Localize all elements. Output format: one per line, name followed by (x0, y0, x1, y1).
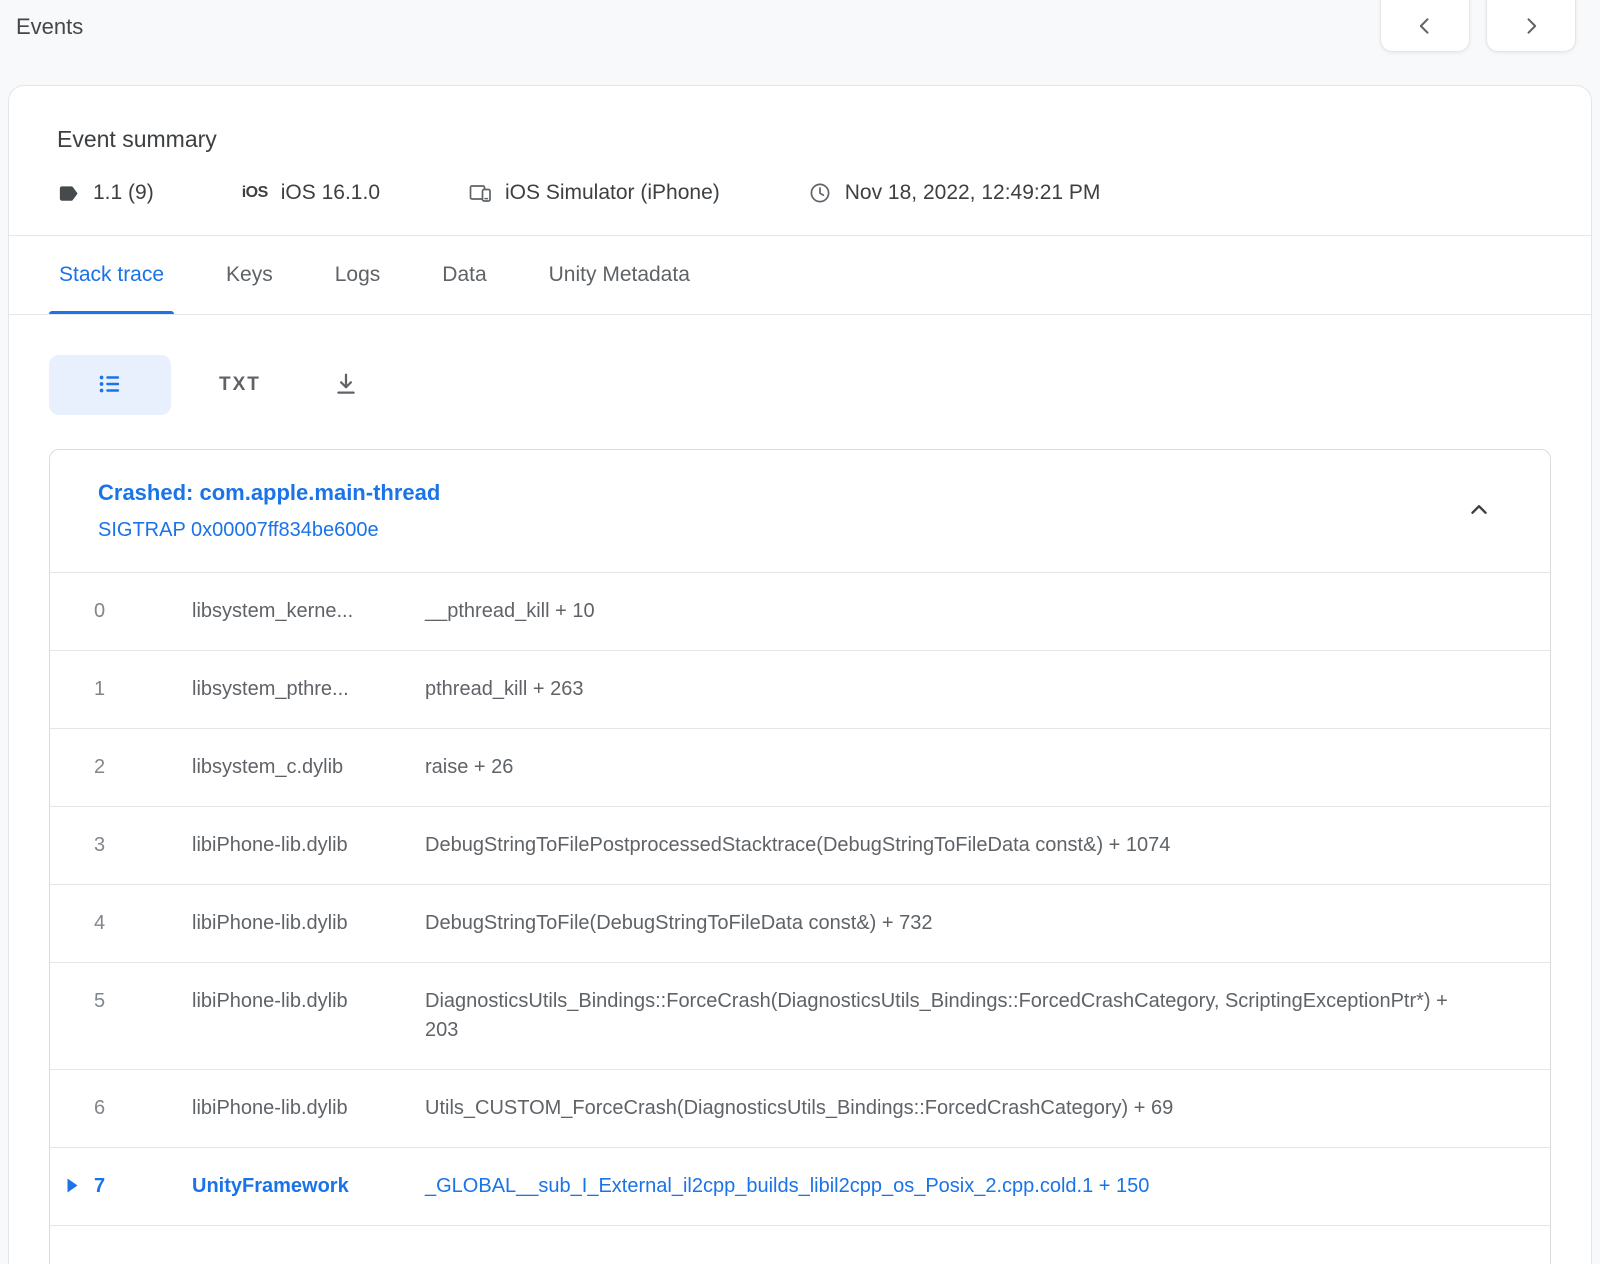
timestamp-meta: Nov 18, 2022, 12:49:21 PM (808, 181, 1101, 205)
stack-frame-row-partial (50, 1225, 1550, 1264)
frame-index: 6 (94, 1094, 192, 1122)
chevron-left-icon (1415, 16, 1435, 39)
tab-label: Logs (335, 263, 381, 287)
tab-label: Stack trace (59, 263, 164, 287)
stack-frame-row[interactable]: 5 libiPhone-lib.dylib DiagnosticsUtils_B… (50, 962, 1550, 1069)
frame-binary: libsystem_kerne... (192, 597, 425, 625)
event-pagination (1380, 0, 1576, 52)
frame-symbol: __pthread_kill + 10 (425, 597, 1460, 626)
frame-symbol: DebugStringToFilePostprocessedStacktrace… (425, 831, 1460, 860)
tab[interactable]: Keys (216, 236, 283, 314)
frame-expand-icon (50, 597, 94, 619)
page-title: Events (16, 12, 83, 40)
stack-frame-row[interactable]: 1 libsystem_pthre... pthread_kill + 263 (50, 650, 1550, 728)
frame-expand-icon (50, 987, 94, 1009)
stack-frame-row[interactable]: 6 libiPhone-lib.dylib Utils_CUSTOM_Force… (50, 1069, 1550, 1147)
list-view-icon (96, 371, 124, 400)
tab[interactable]: Logs (325, 236, 391, 314)
stack-frame-row[interactable]: 3 libiPhone-lib.dylib DebugStringToFileP… (50, 806, 1550, 884)
previous-event-button[interactable] (1380, 0, 1470, 52)
os-value: iOS 16.1.0 (281, 181, 380, 205)
chevron-right-icon (1521, 16, 1541, 39)
frame-expand-icon (50, 753, 94, 775)
frame-binary: libiPhone-lib.dylib (192, 831, 425, 859)
clock-icon (808, 181, 832, 205)
crash-signal: SIGTRAP 0x00007ff834be600e (98, 519, 440, 542)
version-value: 1.1 (9) (93, 181, 154, 205)
frame-index: 2 (94, 753, 192, 781)
crash-thread-title: Crashed: com.apple.main-thread (98, 480, 440, 506)
frame-binary: libiPhone-lib.dylib (192, 909, 425, 937)
frame-binary: libiPhone-lib.dylib (192, 987, 425, 1015)
events-header: Events (0, 0, 1600, 85)
frame-symbol: Utils_CUSTOM_ForceCrash(DiagnosticsUtils… (425, 1094, 1460, 1123)
txt-view-button[interactable]: TXT (219, 374, 261, 396)
frame-binary: libiPhone-lib.dylib (192, 1094, 425, 1122)
frame-binary: libsystem_c.dylib (192, 753, 425, 781)
frame-index: 0 (94, 597, 192, 625)
tab-label: Unity Metadata (549, 263, 690, 287)
tab-label: Keys (226, 263, 273, 287)
crash-thread-titles: Crashed: com.apple.main-thread SIGTRAP 0… (98, 480, 440, 542)
version-tag-icon (57, 182, 80, 205)
download-button[interactable] (333, 371, 359, 400)
tab[interactable]: Data (432, 236, 496, 314)
os-meta: iOS iOS 16.1.0 (242, 181, 380, 205)
stack-frames: 0 libsystem_kerne... __pthread_kill + 10… (50, 572, 1550, 1225)
timestamp-value: Nov 18, 2022, 12:49:21 PM (845, 181, 1101, 205)
version-meta: 1.1 (9) (57, 181, 154, 205)
frame-expand-icon (50, 909, 94, 931)
frame-index: 7 (94, 1172, 192, 1200)
frame-index: 5 (94, 987, 192, 1015)
stack-frame-row[interactable]: 7 UnityFramework _GLOBAL__sub_I_External… (50, 1147, 1550, 1225)
crash-thread-header: Crashed: com.apple.main-thread SIGTRAP 0… (50, 450, 1550, 572)
tab[interactable]: Stack trace (49, 236, 174, 314)
frame-index: 3 (94, 831, 192, 859)
frame-expand-icon (50, 1172, 94, 1194)
frame-binary: UnityFramework (192, 1172, 425, 1200)
frame-symbol: DiagnosticsUtils_Bindings::ForceCrash(Di… (425, 987, 1460, 1045)
stack-trace-toolbar: TXT (9, 315, 1591, 449)
collapse-thread-button[interactable] (1464, 497, 1494, 526)
download-icon (333, 371, 359, 400)
chevron-up-icon (1464, 497, 1494, 526)
device-icon (468, 181, 492, 205)
frame-symbol: DebugStringToFile(DebugStringToFileData … (425, 909, 1460, 938)
event-summary-section: Event summary 1.1 (9) iOS iOS 16.1.0 (9, 86, 1591, 235)
tab[interactable]: Unity Metadata (539, 236, 700, 314)
stack-frame-row[interactable]: 4 libiPhone-lib.dylib DebugStringToFile(… (50, 884, 1550, 962)
frame-index: 1 (94, 675, 192, 703)
frame-symbol: _GLOBAL__sub_I_External_il2cpp_builds_li… (425, 1172, 1460, 1201)
stack-frame-row[interactable]: 2 libsystem_c.dylib raise + 26 (50, 728, 1550, 806)
frame-index: 4 (94, 909, 192, 937)
frame-binary: libsystem_pthre... (192, 675, 425, 703)
event-detail-card: Event summary 1.1 (9) iOS iOS 16.1.0 (8, 85, 1592, 1264)
event-summary-heading: Event summary (57, 126, 1543, 153)
list-view-button[interactable] (49, 355, 171, 415)
frame-expand-icon (50, 675, 94, 697)
ios-icon: iOS (242, 184, 268, 202)
frame-symbol: raise + 26 (425, 753, 1460, 782)
event-meta-row: 1.1 (9) iOS iOS 16.1.0 iOS Simulator (iP… (57, 181, 1543, 205)
device-value: iOS Simulator (iPhone) (505, 181, 720, 205)
event-tabs: Stack trace Keys Logs Data Unity Metadat… (9, 235, 1591, 315)
frame-expand-icon (50, 831, 94, 853)
device-meta: iOS Simulator (iPhone) (468, 181, 720, 205)
tab-label: Data (442, 263, 486, 287)
crash-thread-panel: Crashed: com.apple.main-thread SIGTRAP 0… (49, 449, 1551, 1264)
stack-frame-row[interactable]: 0 libsystem_kerne... __pthread_kill + 10 (50, 572, 1550, 650)
frame-symbol: pthread_kill + 263 (425, 675, 1460, 704)
next-event-button[interactable] (1486, 0, 1576, 52)
frame-expand-icon (50, 1094, 94, 1116)
